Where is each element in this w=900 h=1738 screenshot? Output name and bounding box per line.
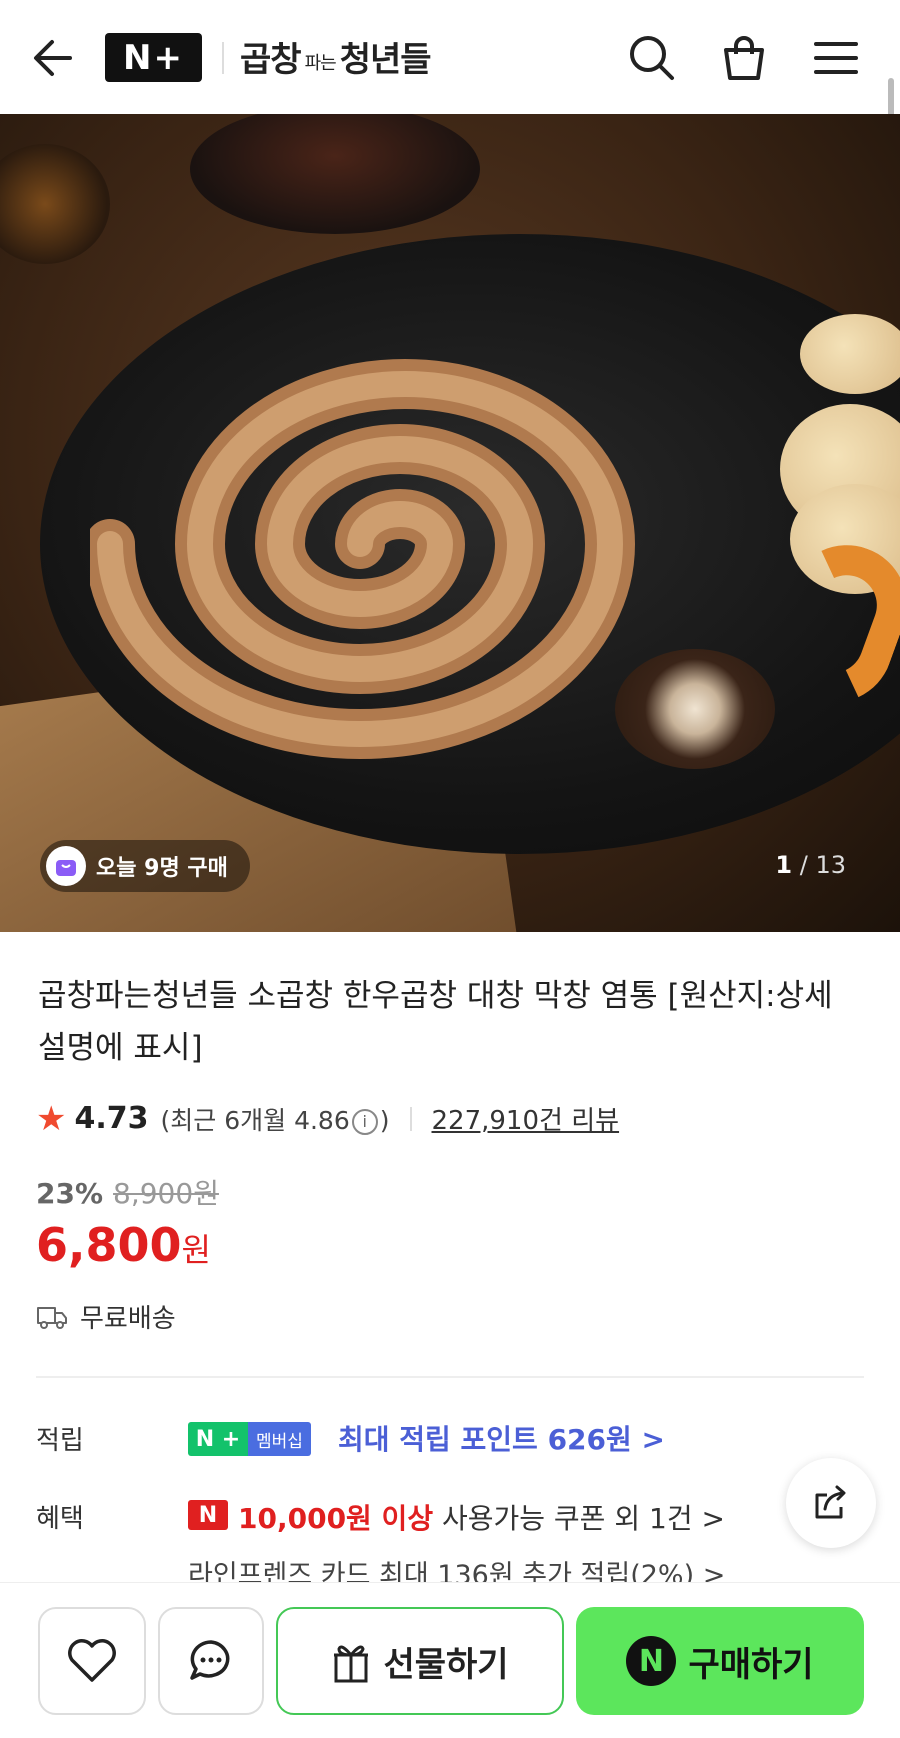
wishlist-button[interactable] <box>38 1607 146 1715</box>
product-title: 곱창파는청년들 소곱창 한우곱창 대창 막창 염통 [원산지:상세설명에 표시] <box>38 978 833 1066</box>
npay-n-icon: N <box>626 1636 677 1686</box>
coupon-rest: 사용가능 쿠폰 외 1건 > <box>433 1502 725 1535</box>
membership-badge-text: 멤버십 <box>248 1422 311 1456</box>
info-icon[interactable]: i <box>351 1108 378 1135</box>
recent-rating-close: ) <box>379 1105 390 1135</box>
sauce-dish <box>0 144 110 264</box>
share-button[interactable] <box>786 1458 876 1548</box>
page-total: / 13 <box>799 851 846 879</box>
buy-button[interactable]: N 구매하기 <box>576 1607 864 1715</box>
truck-icon <box>37 1306 67 1329</box>
price-unit: 원 <box>181 1231 211 1269</box>
section-divider <box>36 1376 864 1378</box>
chat-bubble-icon <box>190 1640 230 1680</box>
gift-label: 선물하기 <box>383 1644 509 1685</box>
naver-n-badge: N <box>188 1500 228 1530</box>
hamburger-menu-icon[interactable] <box>810 32 862 84</box>
chat-button[interactable] <box>158 1607 264 1715</box>
coupon-link[interactable]: 10,000원 이상 사용가능 쿠폰 외 1건 > <box>238 1497 725 1537</box>
max-point-link[interactable]: 최대 적립 포인트 626원 > <box>338 1418 665 1458</box>
today-purchase-text: 오늘 9명 구매 <box>96 856 228 881</box>
price-value: 6,800 <box>36 1218 182 1272</box>
sale-price: 6,800원 <box>36 1218 211 1272</box>
benefit-label: 혜택 <box>36 1504 84 1534</box>
point-label: 적립 <box>36 1426 84 1456</box>
search-icon[interactable] <box>626 32 678 84</box>
star-icon: ★ <box>36 1098 67 1139</box>
today-purchase-badge: 오늘 9명 구매 <box>40 840 250 892</box>
store-logo-left: 곱창 <box>240 40 302 80</box>
discount-percent: 23% <box>36 1177 104 1210</box>
logo-divider <box>222 42 224 74</box>
page-current: 1 <box>775 851 793 879</box>
shopping-bag-icon[interactable] <box>718 32 770 84</box>
store-logo[interactable]: 곱창 파는 청년들 <box>240 32 432 81</box>
bottom-action-bar: 선물하기 N 구매하기 <box>0 1582 900 1738</box>
membership-badge: N + 멤버십 <box>188 1422 311 1456</box>
store-logo-right: 청년들 <box>339 40 432 80</box>
original-price: 8,900원 <box>113 1177 219 1210</box>
discount-row: 23% 8,900원 <box>36 1172 219 1212</box>
store-logo-mid: 파는 <box>304 53 337 74</box>
recent-rating-text: (최근 6개월 4.86 <box>160 1105 350 1135</box>
gift-icon <box>334 1645 369 1683</box>
side-dish-bowl <box>190 114 480 234</box>
product-image-carousel[interactable]: 오늘 9명 구매 1 / 13 <box>0 114 900 932</box>
shipping-row: 무료배송 <box>36 1298 176 1335</box>
gift-button[interactable]: 선물하기 <box>276 1607 564 1715</box>
review-count-link[interactable]: 227,910건 리뷰 <box>432 1100 620 1137</box>
top-header: N+ 곱창 파는 청년들 <box>0 0 900 114</box>
npay-plus-badge: N + <box>188 1422 248 1456</box>
coupon-highlight: 10,000원 이상 <box>238 1502 434 1535</box>
recent-rating: (최근 6개월 4.86 i) <box>161 1101 390 1137</box>
rating-divider <box>409 1106 412 1131</box>
shipping-text: 무료배송 <box>80 1304 176 1334</box>
rating-value: 4.73 <box>74 1101 149 1136</box>
shopping-bag-badge-icon <box>46 846 86 886</box>
garlic-piece <box>800 314 900 394</box>
shiitake-mushroom <box>615 649 775 769</box>
heart-icon <box>68 1639 116 1682</box>
rating-row: ★ 4.73 (최근 6개월 4.86 i) 227,910건 리뷰 <box>36 1100 619 1137</box>
buy-label: 구매하기 <box>688 1644 814 1685</box>
back-arrow-icon[interactable] <box>30 34 78 82</box>
share-icon <box>815 1485 846 1519</box>
image-page-counter: 1 / 13 <box>775 851 846 879</box>
npay-plus-logo[interactable]: N+ <box>105 33 202 82</box>
